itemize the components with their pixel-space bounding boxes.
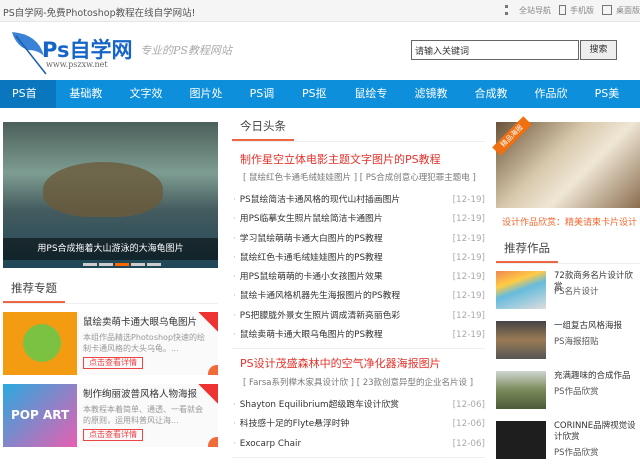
list-icon <box>505 5 515 15</box>
featured-caption[interactable]: 设计作品欣赏：精美请柬卡片设计 <box>502 215 637 228</box>
banner-slider[interactable]: 用PS合成拖着大山游泳的大海龟图片 <box>3 122 218 268</box>
work-thumbnail <box>496 321 546 359</box>
topics-heading: 推荐专题 <box>3 280 218 304</box>
divider <box>232 457 485 458</box>
top-bar: PS自学网-免费Photoshop教程在线自学网站! 全站导航 手机版 桌面版 <box>0 0 640 22</box>
headline[interactable]: 制作星空立体电影主题文字图片的PS教程 <box>240 151 441 167</box>
topic-card[interactable]: POP ART 制作绚丽波普风格人物海报 本教程本着简单、通透、一看就会的原则，… <box>3 384 218 447</box>
nav-item[interactable]: 基础教程 <box>62 80 116 128</box>
work-thumbnail <box>496 371 546 409</box>
topic-image: POP ART <box>3 384 77 447</box>
nav-item[interactable]: PS调色 <box>243 80 289 128</box>
featured-image[interactable]: 精品海报 <box>492 116 640 208</box>
list-item[interactable]: · PS鼠绘简洁卡通风格的现代山村插画图片 [12-19] <box>232 191 485 210</box>
featured-tag: 精品海报 <box>492 116 532 156</box>
work-item[interactable]: CORINNE品牌视觉设计欣赏 PS作品欣赏 <box>496 421 640 459</box>
divider <box>232 348 485 349</box>
nav-item[interactable]: 鼠绘专区 <box>347 80 401 128</box>
slogan: 专业的PS教程网站 <box>140 44 232 57</box>
view-details-button[interactable]: 点击查看详情 <box>83 429 143 441</box>
news-list: · Shayton Equilibrium超级跑车设计欣赏 [12-06] · 科技感… <box>232 396 485 454</box>
work-item[interactable]: 72款商务名片设计欣赏 PS名片设计 <box>496 271 640 309</box>
works-heading: 推荐作品 <box>496 240 640 264</box>
nav-item[interactable]: 滤镜教程 <box>407 80 461 128</box>
work-item[interactable]: 充满趣味的合成作品 PS作品欣赏 <box>496 371 640 409</box>
list-item[interactable]: · 鼠绘卖萌卡通大眼乌龟图片的PS教程 [12-19] <box>232 326 485 345</box>
sub-links[interactable]: [ 鼠绘红色卡通毛绒娃娃图片 ] [ PS合成创意心理犯罪主题电 ] <box>243 171 476 183</box>
today-heading: 今日头条 <box>232 118 485 142</box>
list-item[interactable]: · 科技感十足的Flyte悬浮时钟 [12-06] <box>232 415 485 434</box>
work-thumbnail <box>496 421 546 459</box>
slider-dots[interactable] <box>83 263 161 266</box>
list-item[interactable]: · 用PS鼠绘萌萌的卡通小女孩图片效果 [12-19] <box>232 268 485 287</box>
list-item[interactable]: · 学习鼠绘萌萌卡通大白图片的PS教程 [12-19] <box>232 230 485 249</box>
view-details-button[interactable]: 点击查看详情 <box>83 357 143 369</box>
work-item[interactable]: 一组复古风格海报 PS海报招贴 <box>496 321 640 359</box>
logo[interactable]: Ps自学网 www.pszxw.net <box>8 28 138 75</box>
banner-image <box>43 162 163 217</box>
nav-item[interactable]: 图片处理 <box>183 80 237 128</box>
list-item[interactable]: · 鼠绘红色卡通毛绒娃娃图片的PS教程 [12-19] <box>232 249 485 268</box>
desktop-link[interactable]: 桌面版 <box>602 5 640 16</box>
nav-item[interactable]: 作品欣赏 <box>528 80 582 128</box>
search-button[interactable]: 搜索 <box>580 40 617 60</box>
list-item[interactable]: · PS把朦胧外景女生照片调成清新亮丽色彩 [12-19] <box>232 307 485 326</box>
headline[interactable]: PS设计茂盛森林中的空气净化器海报图片 <box>240 355 441 371</box>
list-item[interactable]: · Shayton Equilibrium超级跑车设计欣赏 [12-06] <box>232 396 485 415</box>
corner-badge <box>208 437 218 447</box>
monitor-icon <box>602 5 612 15</box>
phone-icon <box>559 5 566 15</box>
nav-item[interactable]: PS美化 <box>588 80 634 128</box>
list-item[interactable]: · Exocarp Chair [12-06] <box>232 435 485 454</box>
ribbon <box>198 312 218 333</box>
work-thumbnail <box>496 271 546 309</box>
mobile-link[interactable]: 手机版 <box>559 5 594 16</box>
nav-item[interactable]: 合成教程 <box>468 80 522 128</box>
main-nav: PS首页 基础教程 文字效果 图片处理 PS调色 PS抠图 鼠绘专区 滤镜教程 … <box>0 80 640 128</box>
news-list: · PS鼠绘简洁卡通风格的现代山村插画图片 [12-19] · 用PS临摹女生照片鼠绘… <box>232 191 485 345</box>
nav-item[interactable]: 文字效果 <box>122 80 176 128</box>
nav-item[interactable]: PS抠图 <box>295 80 341 128</box>
list-item[interactable]: · 鼠绘卡通风格机器先生海报图片的PS教程 [12-19] <box>232 287 485 306</box>
topic-image <box>3 312 77 375</box>
sub-links[interactable]: [ Farsa系列榉木家具设计欣 ] [ 23款创意异型的企业名片设 ] <box>243 376 473 388</box>
list-item[interactable]: · 用PS临摹女生照片鼠绘简洁卡通图片 [12-19] <box>232 210 485 229</box>
corner-badge <box>208 365 218 375</box>
ribbon <box>198 384 218 405</box>
site-title: PS自学网-免费Photoshop教程在线自学网站! <box>3 8 196 19</box>
topic-card[interactable]: 鼠绘卖萌卡通大眼乌龟图片 本组作品精选Photoshop快速的绘制卡通风格的大头… <box>3 312 218 375</box>
site-nav-link[interactable]: 全站导航 <box>505 5 551 16</box>
search-input[interactable]: 请输入关键词 <box>411 40 579 60</box>
nav-item-home[interactable]: PS首页 <box>0 80 57 128</box>
banner-caption[interactable]: 用PS合成拖着大山游泳的大海龟图片 <box>3 238 218 260</box>
